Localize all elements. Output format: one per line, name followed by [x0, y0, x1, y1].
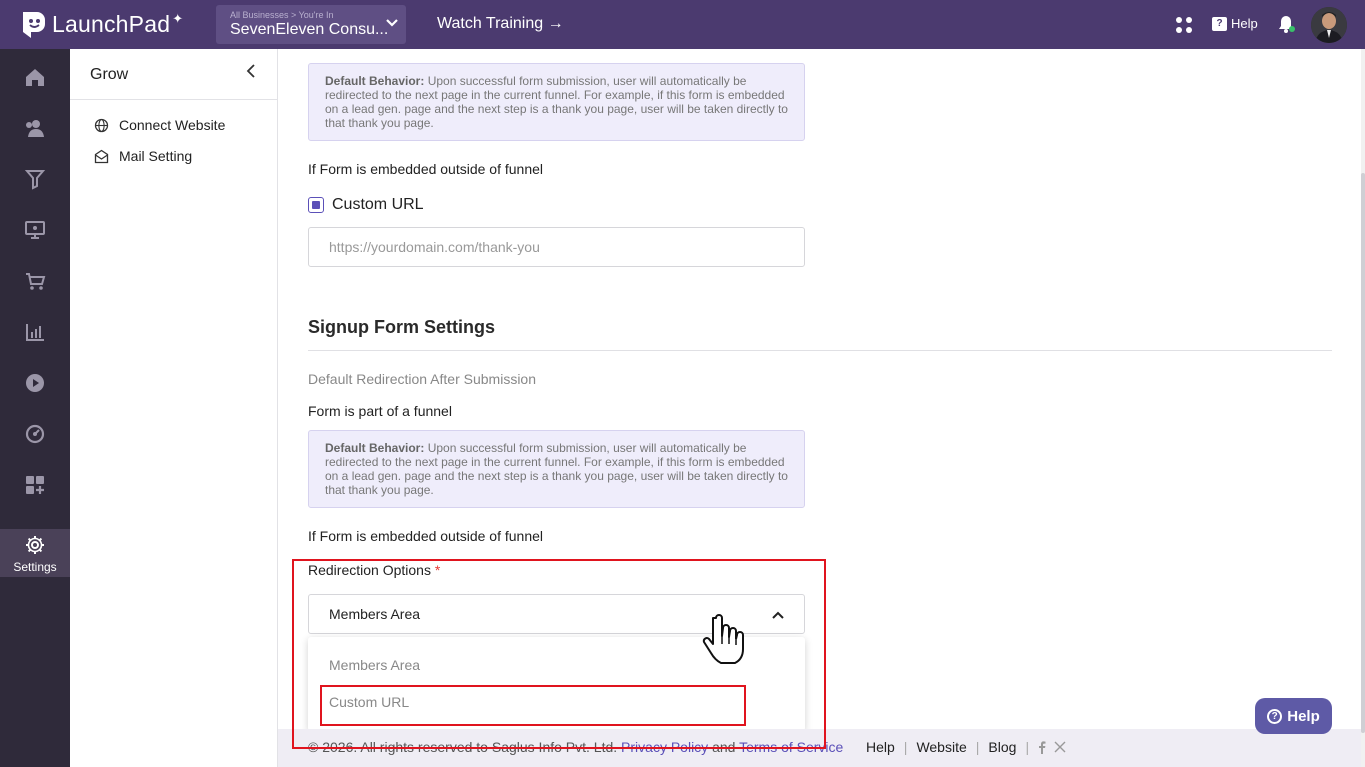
redirection-options-label: Redirection Options * — [308, 562, 440, 578]
nav-settings[interactable]: Settings — [0, 529, 70, 577]
brand-logo[interactable]: LaunchPad ✦ — [20, 10, 195, 40]
nav-analytics[interactable] — [0, 312, 70, 352]
scrollbar[interactable] — [1361, 49, 1365, 767]
custom-url-label: Custom URL — [332, 196, 424, 213]
watch-training-link[interactable]: Watch Training → — [437, 15, 564, 33]
help-label: Help — [1231, 16, 1258, 31]
dropdown-option-custom-url[interactable]: Custom URL — [329, 694, 409, 710]
help-fab-label: Help — [1287, 707, 1320, 725]
question-icon: ? — [1212, 16, 1227, 31]
grow-panel: Grow Connect Website Mail Setting — [70, 49, 278, 767]
custom-url-field[interactable] — [308, 227, 805, 267]
part-of-funnel-label: Form is part of a funnel — [308, 403, 452, 419]
default-redirection-label: Default Redirection After Submission — [308, 371, 536, 387]
nav-funnels[interactable] — [0, 159, 70, 199]
selected-option: Members Area — [329, 606, 421, 622]
custom-url-checkbox-row[interactable]: Custom URL — [308, 196, 424, 214]
business-name: SevenEleven Consu... — [230, 21, 389, 38]
grow-item-mail-setting[interactable]: Mail Setting — [94, 148, 192, 164]
dropdown-option-members-area[interactable]: Members Area — [329, 657, 420, 673]
footer-link-blog[interactable]: Blog — [988, 739, 1016, 755]
nav-video[interactable] — [0, 363, 70, 403]
question-circle-icon: ? — [1267, 708, 1283, 724]
facebook-icon[interactable] — [1038, 740, 1046, 754]
footer: © 2026. All rights reserved to Saglus In… — [278, 729, 1365, 767]
grow-item-label: Mail Setting — [119, 148, 193, 164]
info-label: Default Behavior: — [325, 441, 425, 455]
notification-bell-icon[interactable] — [1277, 14, 1295, 34]
embedded-outside-label: If Form is embedded outside of funnel — [308, 161, 544, 177]
business-caption: All Businesses > You're In — [230, 10, 334, 20]
settings-label: Settings — [13, 560, 57, 574]
signup-form-settings-title: Signup Form Settings — [308, 317, 495, 337]
launchpad-logo-icon — [23, 11, 45, 38]
x-twitter-icon[interactable] — [1054, 741, 1066, 753]
section-divider — [308, 350, 1332, 351]
footer-links: Help | Website | Blog | — [866, 739, 1066, 755]
app-name: LaunchPad — [52, 11, 171, 37]
user-avatar[interactable] — [1311, 7, 1347, 43]
scrollbar-thumb[interactable] — [1361, 173, 1365, 733]
separator: | — [903, 739, 908, 755]
privacy-policy-link[interactable]: Privacy Policy — [621, 739, 708, 755]
copyright-text: © 2026. All rights reserved to Saglus In… — [308, 739, 618, 755]
signup-default-behavior-info: Default Behavior: Upon successful form s… — [308, 430, 805, 508]
terms-link[interactable]: Terms of Service — [739, 739, 843, 755]
default-behavior-info: Default Behavior: Upon successful form s… — [308, 63, 805, 141]
nav-contacts[interactable] — [0, 108, 70, 148]
social-links — [1038, 740, 1066, 754]
separator: | — [1025, 739, 1030, 755]
contacts-icon — [26, 120, 44, 137]
help-link[interactable]: ? Help — [1212, 16, 1258, 31]
rocket-icon: ✦ — [172, 10, 184, 26]
left-navigation: Settings — [0, 49, 70, 767]
grow-panel-header: Grow — [70, 49, 277, 100]
apps-add-icon — [26, 476, 44, 494]
redirection-options-text: Redirection Options — [308, 562, 431, 578]
and-text: and — [708, 739, 740, 755]
nav-courses[interactable] — [0, 210, 70, 250]
footer-link-help[interactable]: Help — [866, 739, 895, 755]
courses-icon — [25, 221, 45, 239]
mail-icon — [94, 149, 109, 163]
grow-item-connect-website[interactable]: Connect Website — [94, 117, 225, 133]
nav-dashboard[interactable] — [0, 414, 70, 454]
grow-title: Grow — [90, 66, 129, 83]
chevron-left-icon[interactable] — [244, 63, 258, 79]
redirection-options-dropdown: Members Area Custom URL — [308, 637, 805, 731]
signup-embedded-outside-label: If Form is embedded outside of funnel — [308, 528, 544, 544]
redirection-options-select[interactable]: Members Area — [308, 594, 805, 634]
video-icon — [26, 374, 44, 392]
chevron-up-icon — [772, 611, 784, 619]
funnel-icon — [24, 170, 46, 190]
info-label: Default Behavior: — [325, 74, 425, 88]
avatar-image — [1311, 7, 1347, 43]
nav-apps[interactable] — [0, 465, 70, 505]
required-mark: * — [434, 562, 441, 578]
globe-icon — [94, 118, 109, 132]
nav-store[interactable] — [0, 261, 70, 301]
footer-copyright: © 2026. All rights reserved to Saglus In… — [308, 739, 843, 755]
footer-link-website[interactable]: Website — [916, 739, 966, 755]
gear-icon — [26, 536, 44, 554]
top-bar: LaunchPad ✦ All Businesses > You're In S… — [0, 0, 1365, 49]
custom-url-input[interactable] — [309, 228, 804, 266]
grow-item-label: Connect Website — [119, 117, 226, 133]
analytics-icon — [26, 324, 44, 341]
help-floating-button[interactable]: ? Help — [1255, 698, 1332, 734]
separator: | — [975, 739, 980, 755]
custom-url-checkbox[interactable] — [308, 197, 324, 213]
apps-grid-icon[interactable] — [1175, 16, 1193, 34]
store-icon — [26, 273, 46, 290]
dashboard-icon — [25, 424, 45, 444]
nav-home[interactable] — [0, 57, 70, 97]
chevron-down-icon — [386, 19, 398, 27]
main-content: Default Behavior: Upon successful form s… — [278, 49, 1365, 767]
home-icon — [26, 69, 44, 86]
business-switcher[interactable]: All Businesses > You're In SevenEleven C… — [216, 5, 406, 44]
